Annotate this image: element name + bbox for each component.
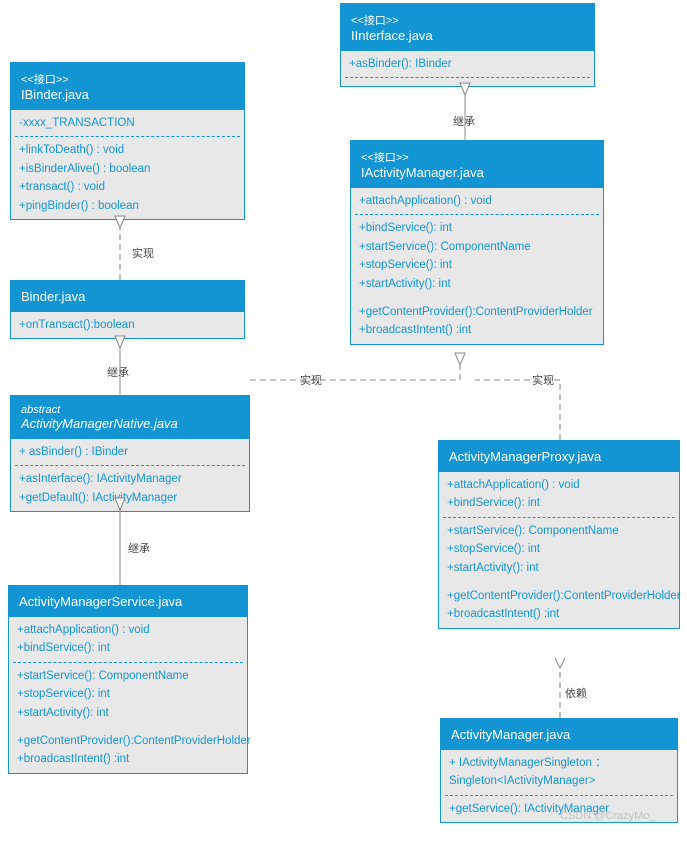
class-title: Binder.java [21, 289, 85, 304]
class-header: Binder.java [11, 281, 244, 312]
stereotype: <<接口>> [361, 149, 593, 165]
class-title: IActivityManager.java [361, 165, 484, 180]
class-title: ActivityManagerNative.java [21, 416, 178, 431]
m2: +asInterface(): IActivityManager +getDef… [15, 465, 245, 511]
m1: +attachApplication() : void [351, 188, 603, 214]
class-binder: Binder.java +onTransact():boolean [10, 280, 245, 339]
methods: +onTransact():boolean [11, 312, 244, 338]
attrs: -xxxx_TRANSACTION [11, 110, 244, 136]
label-inherit: 继承 [453, 113, 475, 129]
class-header: abstract ActivityManagerNative.java [11, 396, 249, 439]
class-amproxy: ActivityManagerProxy.java +attachApplica… [438, 440, 680, 629]
class-title: ActivityManager.java [451, 727, 570, 742]
class-header: <<接口>> IInterface.java [341, 4, 594, 51]
class-header: ActivityManagerService.java [9, 586, 247, 617]
methods: +linkToDeath() : void +isBinderAlive() :… [15, 136, 240, 219]
watermark: CSDN @CrazyMo_ [560, 810, 656, 822]
m3: +getContentProvider():ContentProviderHol… [9, 728, 247, 773]
class-iinterface: <<接口>> IInterface.java +asBinder(): IBin… [340, 3, 595, 87]
m2: +startService(): ComponentName +stopServ… [13, 662, 243, 726]
methods: +asBinder(): IBinder [341, 51, 594, 77]
m2: +startService(): ComponentName +stopServ… [443, 517, 675, 581]
class-title: IBinder.java [21, 87, 89, 102]
m3: +getContentProvider():ContentProviderHol… [439, 583, 679, 628]
m1: + IActivityManagerSingleton ：Singleton<I… [441, 750, 677, 795]
class-amnative: abstract ActivityManagerNative.java + as… [10, 395, 250, 512]
label-inherit: 继承 [128, 540, 150, 556]
class-title: IInterface.java [351, 28, 433, 43]
class-iactivitymanager: <<接口>> IActivityManager.java +attachAppl… [350, 140, 604, 345]
class-ibinder: <<接口>> IBinder.java -xxxx_TRANSACTION +l… [10, 62, 245, 220]
class-header: <<接口>> IBinder.java [11, 63, 244, 110]
m1: +attachApplication() : void +bindService… [439, 472, 679, 517]
class-header: ActivityManagerProxy.java [439, 441, 679, 472]
m1: +attachApplication() : void +bindService… [9, 617, 247, 662]
stereotype: <<接口>> [21, 71, 234, 87]
class-title: ActivityManagerProxy.java [449, 449, 601, 464]
class-header: <<接口>> IActivityManager.java [351, 141, 603, 188]
m2: +bindService(): int +startService(): Com… [355, 214, 599, 297]
label-depend: 依赖 [565, 685, 587, 701]
label-realize: 实现 [132, 245, 154, 261]
m1: + asBinder() : IBinder [11, 439, 249, 465]
class-am: ActivityManager.java + IActivityManagerS… [440, 718, 678, 823]
stereotype: <<接口>> [351, 12, 584, 28]
label-realize: 实现 [300, 372, 322, 388]
stereotype: abstract [21, 404, 239, 416]
class-header: ActivityManager.java [441, 719, 677, 750]
class-ams: ActivityManagerService.java +attachAppli… [8, 585, 248, 774]
label-inherit: 继承 [107, 364, 129, 380]
m3: +getContentProvider():ContentProviderHol… [351, 299, 603, 344]
class-title: ActivityManagerService.java [19, 594, 182, 609]
empty-section [345, 77, 590, 86]
label-realize: 实现 [532, 372, 554, 388]
